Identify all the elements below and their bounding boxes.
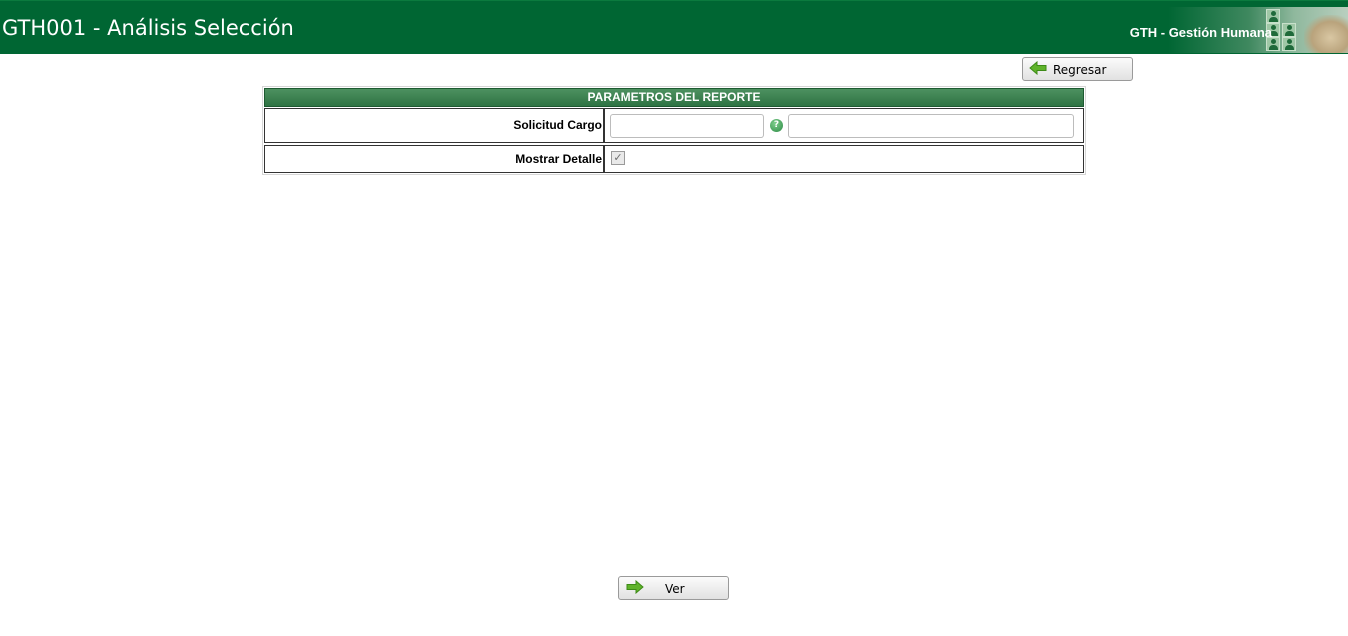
arrow-right-icon xyxy=(626,580,644,594)
back-button-label: Regresar xyxy=(1053,63,1107,77)
solicitud-cargo-cell: ? xyxy=(604,108,1084,143)
view-button[interactable]: Ver xyxy=(618,576,729,600)
report-parameters-header: PARAMETROS DEL REPORTE xyxy=(264,88,1084,107)
app-header: GTH001 - Análisis Selección GTH - Gestió… xyxy=(0,0,1348,54)
help-icon[interactable]: ? xyxy=(770,119,783,132)
solicitud-cargo-code-input[interactable] xyxy=(610,114,764,138)
arrow-left-icon xyxy=(1029,61,1047,75)
module-name: GTH - Gestión Humana xyxy=(1129,25,1272,40)
hand-image xyxy=(1304,15,1348,53)
view-button-label: Ver xyxy=(665,582,685,596)
report-parameters-panel: PARAMETROS DEL REPORTE Solicitud Cargo ?… xyxy=(262,86,1086,175)
mostrar-detalle-label: Mostrar Detalle xyxy=(264,145,604,173)
mostrar-detalle-cell: ✓ xyxy=(604,145,1084,173)
mostrar-detalle-checkbox[interactable]: ✓ xyxy=(611,151,625,165)
solicitud-cargo-label: Solicitud Cargo xyxy=(264,108,604,143)
page-title: GTH001 - Análisis Selección xyxy=(2,16,294,40)
back-button[interactable]: Regresar xyxy=(1022,57,1133,81)
solicitud-cargo-description-input[interactable] xyxy=(788,114,1074,138)
